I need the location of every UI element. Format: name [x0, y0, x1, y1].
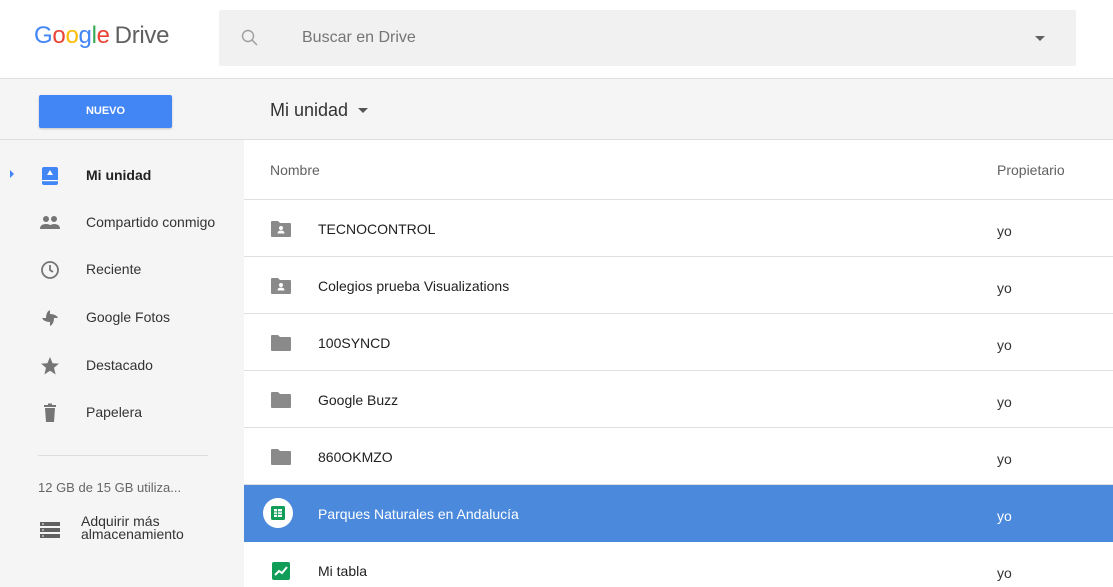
trash-icon [44, 403, 56, 422]
file-name: 860OKMZO [318, 449, 393, 465]
shared-folder-icon [271, 221, 291, 237]
sidebar-divider [38, 455, 208, 456]
sidebar-item-my-drive[interactable]: Mi unidad [0, 153, 244, 199]
top-bar: Google Drive Buscar en Drive [0, 0, 1113, 78]
file-name: 100SYNCD [318, 335, 391, 351]
star-icon [41, 357, 59, 375]
sidebar-item-label: Google Fotos [86, 309, 171, 325]
file-name: Mi tabla [318, 563, 368, 579]
file-name: Colegios prueba Visualizations [318, 278, 510, 294]
file-owner: yo [997, 508, 1012, 524]
column-header-owner[interactable]: Propietario [997, 162, 1065, 178]
search-icon[interactable] [241, 29, 259, 47]
file-list: Nombre Propietario TECNOCONTROL yo Coleg… [244, 140, 1113, 587]
sidebar-item-label: Papelera [86, 404, 143, 420]
table-row[interactable]: TECNOCONTROL yo [244, 200, 1113, 257]
google-drive-logo[interactable]: Google Drive [34, 22, 169, 50]
sidebar-item-recent[interactable]: Reciente [0, 247, 244, 293]
table-row[interactable]: 860OKMZO yo [244, 428, 1113, 485]
spreadsheet-icon [271, 506, 285, 520]
file-name: Parques Naturales en Andalucía [318, 506, 519, 522]
photos-pinwheel-icon [42, 310, 58, 326]
table-row[interactable]: Google Buzz yo [244, 371, 1113, 428]
my-drive-icon [42, 167, 58, 185]
buy-storage-link[interactable]: Adquirir más almacenamiento [38, 513, 238, 549]
sidebar-item-label: Destacado [86, 357, 153, 373]
buy-storage-label: Adquirir más almacenamiento [81, 513, 184, 542]
sidebar: Mi unidad Compartido conmigo Reciente Go… [0, 140, 244, 587]
clock-icon [41, 261, 59, 279]
file-name: TECNOCONTROL [318, 221, 436, 237]
file-owner: yo [997, 280, 1012, 296]
table-row[interactable]: Mi tabla yo [244, 542, 1113, 587]
sidebar-item-label: Reciente [86, 261, 142, 277]
folder-icon [271, 392, 291, 408]
file-owner: yo [997, 565, 1012, 581]
search-options-dropdown-icon[interactable] [1035, 36, 1045, 41]
sidebar-item-label: Compartido conmigo [86, 214, 216, 230]
list-header: Nombre Propietario [244, 140, 1113, 200]
file-owner: yo [997, 337, 1012, 353]
folder-icon [271, 335, 291, 351]
table-row[interactable]: Colegios prueba Visualizations yo [244, 257, 1113, 314]
sidebar-item-starred[interactable]: Destacado [0, 343, 244, 389]
chart-icon [272, 562, 290, 580]
shared-people-icon [40, 216, 60, 229]
table-row-selected[interactable]: Parques Naturales en Andalucía yo [244, 485, 1113, 542]
storage-icon [40, 522, 60, 538]
sidebar-item-trash[interactable]: Papelera [0, 390, 244, 436]
breadcrumb-my-drive[interactable]: Mi unidad [270, 100, 348, 121]
sidebar-item-photos[interactable]: Google Fotos [0, 295, 244, 341]
table-row[interactable]: 100SYNCD yo [244, 314, 1113, 371]
storage-usage-text: 12 GB de 15 GB utiliza... [38, 480, 182, 495]
expand-arrow-icon[interactable] [10, 170, 14, 178]
file-name: Google Buzz [318, 392, 399, 408]
shared-folder-icon [271, 278, 291, 294]
file-owner: yo [997, 394, 1012, 410]
action-bar: NUEVO Mi unidad [0, 78, 1113, 140]
folder-icon [271, 449, 291, 465]
spreadsheet-badge [263, 498, 293, 528]
search-bar[interactable]: Buscar en Drive [219, 10, 1076, 66]
new-button[interactable]: NUEVO [39, 95, 172, 128]
breadcrumb[interactable]: Mi unidad [270, 100, 369, 121]
product-name: Drive [114, 22, 170, 49]
file-owner: yo [997, 223, 1012, 239]
sidebar-item-shared[interactable]: Compartido conmigo [0, 200, 244, 246]
search-input[interactable]: Buscar en Drive [302, 29, 416, 47]
file-owner: yo [997, 451, 1012, 467]
sidebar-item-label: Mi unidad [86, 167, 152, 183]
column-header-name[interactable]: Nombre [270, 162, 320, 178]
chevron-down-icon[interactable] [358, 108, 369, 113]
